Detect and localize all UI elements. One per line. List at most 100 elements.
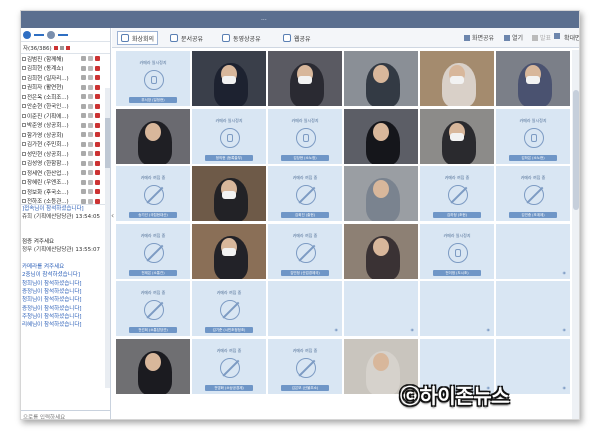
participant-tile-camera-off[interactable]: 카메라 일시정지 전이정 (도시조) (419, 222, 495, 280)
grid-scrollbar[interactable] (572, 50, 579, 419)
participant-tile-video[interactable] (419, 107, 495, 165)
checkbox[interactable] (22, 56, 26, 61)
checkbox[interactable] (22, 151, 26, 156)
participant-tile-video[interactable] (191, 222, 267, 280)
member-row[interactable]: 김가현 (주민회...) (21, 140, 110, 150)
participant-tile-camera-off[interactable]: 카메라 일시정지김하은 (소노현) (495, 107, 571, 165)
member-row[interactable]: 김성영 (한함함...) (21, 159, 110, 169)
member-name: 김성영 (한함함...) (27, 161, 69, 168)
checkbox[interactable] (22, 66, 26, 71)
checkbox[interactable] (22, 104, 26, 109)
checkbox[interactable] (22, 170, 26, 175)
checkbox[interactable] (22, 94, 26, 99)
zoom-button[interactable]: 확대면 (564, 33, 579, 42)
participant-tile-camera-off[interactable]: 카메라 꺼짐 중 김은보 (산불초소) (267, 337, 343, 395)
checkbox[interactable] (22, 180, 26, 185)
participant-tile-camera-off[interactable]: ◉ (419, 280, 495, 337)
tab-video-conference[interactable]: 화상회의 (117, 31, 159, 45)
member-row[interactable]: 박준영 (상공회...) (21, 121, 110, 131)
window-title: ... (261, 15, 267, 22)
checkbox[interactable] (22, 123, 26, 128)
participant-tile-video[interactable] (495, 50, 571, 107)
checkbox[interactable] (22, 113, 26, 118)
checkbox[interactable] (22, 142, 26, 147)
screen-share-button[interactable]: 화면공유 (464, 33, 494, 42)
video-feed (192, 51, 266, 106)
member-row[interactable]: 함가영 (상공회) (21, 130, 110, 140)
checkbox[interactable] (22, 85, 26, 90)
face-mask (525, 75, 540, 84)
participant-tile-video[interactable] (115, 337, 191, 395)
participants-icon[interactable] (23, 30, 31, 39)
participant-tile-camera-off[interactable]: ◉ (495, 222, 571, 280)
participant-tile-video[interactable] (343, 107, 419, 165)
member-name: 이준진 (기획에...) (27, 113, 69, 120)
participant-tile-camera-off[interactable]: 카메라 꺼짐 중 전선희 (소통담당관) (115, 280, 191, 337)
member-row[interactable]: 정세연 (한산업...) (21, 168, 110, 178)
participant-tile-video[interactable] (115, 107, 191, 165)
participant-tile-camera-off[interactable]: 카메라 일시정지 김당현 (소노정) (267, 107, 343, 165)
checkbox[interactable] (22, 189, 26, 194)
participant-tile-camera-off[interactable]: 카메라 꺼짐 중 김하정 (조현) (419, 165, 495, 222)
member-name: 안순현 (한국인...) (27, 104, 69, 111)
participant-tile-camera-off[interactable]: 카메라 꺼짐 중 송기선 (국립현대산) (115, 165, 191, 222)
participant-tile-camera-off[interactable]: ◉ (343, 280, 419, 337)
member-row[interactable]: 안순현 (한국인...) (21, 102, 110, 112)
participant-tile-camera-off[interactable]: 카메라 꺼짐 중 전제은 (소통관) (115, 222, 191, 280)
participant-tile-video[interactable] (343, 165, 419, 222)
participant-tile-camera-off[interactable]: 카메라 꺼짐 중 김연중 (조계제) (495, 165, 571, 222)
volume-bar[interactable] (58, 33, 68, 36)
participant-tile-video[interactable] (343, 50, 419, 107)
participant-tile-video[interactable] (191, 165, 267, 222)
tab-web-share[interactable]: 웹공유 (283, 31, 311, 45)
chat-line: 증정님이 참석하셨습니다] (22, 305, 82, 312)
sidebar: 자(36/386) 김범진 (함께해) 김희현 (동계쇼) 김희현 (일자리...)… (21, 28, 111, 419)
member-row[interactable]: 김범진 (함께해) (21, 54, 110, 64)
member-row[interactable]: 이준진 (기획에...) (21, 111, 110, 121)
checkbox[interactable] (22, 75, 26, 80)
participant-tile-camera-off[interactable]: 카메라 꺼짐 중 김민정 (산업경제국) (267, 222, 343, 280)
mic-icon[interactable] (47, 30, 55, 39)
camera-status-text: 카메라 일시정지 (519, 117, 547, 123)
chat-input[interactable]: 으로를 입력하세요 (21, 410, 111, 419)
checkbox[interactable] (22, 161, 26, 166)
participant-tile-video[interactable] (191, 50, 267, 107)
member-row[interactable]: 전은옥 (소희조...) (21, 92, 110, 102)
participant-name-label: 김당현 (소노정) (281, 154, 329, 161)
logo-icon: ◉ (562, 384, 567, 390)
present-button[interactable]: 발표 (532, 33, 551, 42)
participant-tile-camera-off[interactable]: 카메라 일시정지 부서장 (일정현) (115, 50, 191, 107)
tab-video-share[interactable]: 동영상공유 (222, 31, 261, 45)
member-row[interactable]: 권희자 (활연현) (21, 83, 110, 93)
member-row[interactable]: 성민현 (상공회...) (21, 149, 110, 159)
member-row[interactable]: 김희현 (동계쇼) (21, 64, 110, 74)
watermark: ⓒ하이존뉴스 (400, 384, 510, 408)
participant-tile-camera-off[interactable]: 카메라 꺼짐 중 김희진 (출현) (267, 165, 343, 222)
collapse-sidebar-icon[interactable]: ‹ (111, 211, 114, 220)
layout-button[interactable] (554, 33, 562, 39)
scroll-thumb[interactable] (105, 118, 110, 168)
participant-tile-camera-off[interactable]: ◉ (495, 280, 571, 337)
participant-name-label: 김하은 (소노현) (509, 154, 557, 161)
member-row[interactable]: 전하조 (소등관...) (21, 197, 110, 204)
participant-tile-video[interactable] (267, 50, 343, 107)
logo-icon: ◉ (562, 327, 567, 332)
scroll-thumb[interactable] (573, 90, 579, 210)
mute-icon (95, 103, 100, 109)
checkbox[interactable] (22, 199, 26, 204)
participant-tile-camera-off[interactable]: 카메라 꺼짐 중 전영화 (소상공경제) (191, 337, 267, 395)
member-row[interactable]: 장혜린 (우엔조...) (21, 178, 110, 188)
camera-status-icon (81, 198, 86, 204)
checkbox[interactable] (22, 132, 26, 137)
participant-tile-camera-off[interactable]: 카메라 일시정지 정의현 (등록출부) (191, 107, 267, 165)
member-row[interactable]: 김희현 (일자리...) (21, 73, 110, 83)
participant-tile-video[interactable] (419, 50, 495, 107)
participant-tile-camera-off[interactable]: 카메라 꺼짐 중 김기준 (시민조정정조) (191, 280, 267, 337)
video-feed (344, 223, 418, 279)
tab-document-share[interactable]: 문서공유 (170, 31, 203, 45)
open-button[interactable]: 열기 (504, 33, 523, 42)
mic-status-icon (88, 84, 93, 90)
participant-tile-camera-off[interactable]: ◉ (267, 280, 343, 337)
participant-tile-video[interactable] (343, 222, 419, 280)
member-row[interactable]: 정보화 (후국소...) (21, 187, 110, 197)
